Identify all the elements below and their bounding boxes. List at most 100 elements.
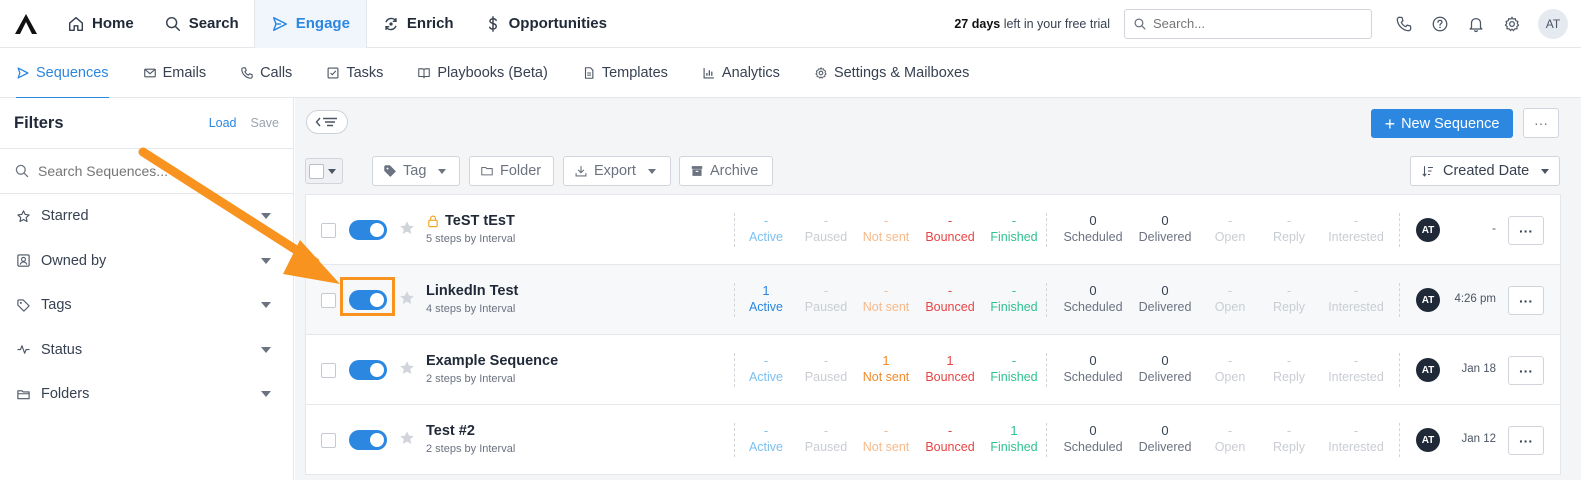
phone-icon bbox=[241, 66, 253, 79]
stat-interested[interactable]: - Interested bbox=[1316, 353, 1396, 384]
chevron-down-icon bbox=[261, 391, 271, 398]
table-row[interactable]: Test #2 2 steps by Interval - Active - Paused… bbox=[306, 405, 1560, 475]
archive-button[interactable]: Archive bbox=[679, 156, 773, 186]
apollo-logo[interactable] bbox=[0, 0, 52, 48]
sequence-active-toggle[interactable] bbox=[349, 360, 387, 380]
phone-button[interactable] bbox=[1386, 0, 1422, 48]
stat-scheduled[interactable]: 0 Scheduled bbox=[1053, 353, 1133, 384]
stat-interested[interactable]: - Interested bbox=[1316, 213, 1396, 244]
filter-status[interactable]: Status bbox=[0, 328, 293, 373]
filter-starred-label: Starred bbox=[41, 208, 89, 225]
stat-finished[interactable]: 1 Finished bbox=[974, 423, 1054, 454]
nav-home[interactable]: Home bbox=[52, 0, 149, 48]
table-row[interactable]: Example Sequence 2 steps by Interval - Acti… bbox=[306, 335, 1560, 405]
notifications-button[interactable] bbox=[1458, 0, 1494, 48]
star-icon[interactable] bbox=[398, 359, 416, 377]
select-all-dropdown[interactable] bbox=[305, 158, 343, 184]
search-icon bbox=[15, 164, 29, 178]
sequence-name[interactable]: LinkedIn Test bbox=[426, 283, 518, 299]
tab-settings-mailboxes[interactable]: Settings & Mailboxes bbox=[814, 48, 969, 98]
load-filters-link[interactable]: Load bbox=[209, 116, 237, 130]
stat-finished[interactable]: - Finished bbox=[974, 213, 1054, 244]
settings-button[interactable] bbox=[1494, 0, 1530, 48]
filter-owned-by-label: Owned by bbox=[41, 252, 107, 269]
new-sequence-label: New Sequence bbox=[1401, 115, 1500, 132]
column-divider bbox=[1399, 423, 1400, 457]
row-checkbox[interactable] bbox=[321, 363, 336, 378]
row-more-button[interactable]: ··· bbox=[1508, 356, 1544, 385]
stat-finished[interactable]: - Finished bbox=[974, 353, 1054, 384]
sequence-name[interactable]: Test #2 bbox=[426, 423, 475, 439]
tab-emails[interactable]: Emails bbox=[143, 48, 206, 98]
stat-value: - bbox=[1353, 353, 1359, 368]
tag-icon bbox=[384, 165, 396, 177]
select-all-checkbox[interactable] bbox=[309, 163, 324, 179]
star-icon[interactable] bbox=[398, 289, 416, 307]
tab-sequences-label: Sequences bbox=[36, 64, 109, 81]
help-button[interactable] bbox=[1422, 0, 1458, 48]
star-icon bbox=[17, 210, 30, 222]
sequence-search-input[interactable] bbox=[38, 163, 258, 179]
nav-engage-label: Engage bbox=[295, 15, 350, 32]
global-search[interactable] bbox=[1124, 8, 1372, 39]
stat-scheduled[interactable]: 0 Scheduled bbox=[1053, 213, 1133, 244]
new-sequence-button[interactable]: + New Sequence bbox=[1371, 109, 1513, 138]
nav-engage[interactable]: Engage bbox=[253, 0, 367, 48]
tab-settings-mailboxes-label: Settings & Mailboxes bbox=[833, 64, 970, 81]
nav-enrich[interactable]: Enrich bbox=[367, 0, 469, 48]
user-avatar[interactable]: AT bbox=[1538, 8, 1568, 39]
collapse-filter-icon bbox=[315, 117, 337, 127]
collapse-filters-button[interactable] bbox=[306, 110, 348, 134]
download-icon bbox=[575, 166, 587, 177]
sequence-date: Jan 12 bbox=[1461, 433, 1496, 445]
filter-folders[interactable]: Folders bbox=[0, 372, 293, 417]
stat-scheduled[interactable]: 0 Scheduled bbox=[1053, 423, 1133, 454]
table-row[interactable]: TeST tEsT 5 steps by Interval - Active - Paus… bbox=[306, 195, 1560, 265]
sequence-date: 4:26 pm bbox=[1454, 293, 1496, 305]
tab-playbooks[interactable]: Playbooks (Beta) bbox=[417, 48, 548, 98]
tab-tasks[interactable]: Tasks bbox=[326, 48, 383, 98]
tab-calls[interactable]: Calls bbox=[240, 48, 292, 98]
tab-sequences[interactable]: Sequences bbox=[16, 48, 109, 99]
save-filters-link[interactable]: Save bbox=[251, 116, 280, 130]
row-checkbox[interactable] bbox=[321, 223, 336, 238]
folder-button[interactable]: Folder bbox=[469, 156, 554, 186]
tab-templates[interactable]: Templates bbox=[582, 48, 668, 98]
global-search-input[interactable] bbox=[1153, 16, 1353, 31]
stat-scheduled[interactable]: 0 Scheduled bbox=[1053, 283, 1133, 314]
row-checkbox[interactable] bbox=[321, 293, 336, 308]
sequence-name[interactable]: Example Sequence bbox=[426, 353, 558, 369]
filter-starred[interactable]: Starred bbox=[0, 194, 293, 239]
nav-search[interactable]: Search bbox=[149, 0, 254, 48]
row-more-button[interactable]: ··· bbox=[1508, 216, 1544, 245]
export-button[interactable]: Export bbox=[563, 156, 671, 186]
stat-interested[interactable]: - Interested bbox=[1316, 283, 1396, 314]
more-options-button[interactable]: ··· bbox=[1523, 108, 1559, 138]
sequence-active-toggle[interactable] bbox=[349, 430, 387, 450]
row-more-button[interactable]: ··· bbox=[1508, 426, 1544, 455]
filter-tags[interactable]: Tags bbox=[0, 283, 293, 328]
stat-label: Scheduled bbox=[1063, 230, 1123, 244]
sort-dropdown[interactable]: Created Date bbox=[1410, 156, 1560, 186]
stat-interested[interactable]: - Interested bbox=[1316, 423, 1396, 454]
star-icon[interactable] bbox=[398, 429, 416, 447]
sequence-name-text: Test #2 bbox=[426, 423, 475, 439]
table-row[interactable]: LinkedIn Test 4 steps by Interval 1 Active -… bbox=[306, 265, 1560, 335]
star-icon[interactable] bbox=[398, 219, 416, 237]
row-more-button[interactable]: ··· bbox=[1508, 286, 1544, 315]
bar-chart-icon bbox=[703, 67, 714, 78]
chevron-down-icon bbox=[1541, 168, 1549, 174]
tab-analytics[interactable]: Analytics bbox=[702, 48, 780, 98]
chevron-down-icon bbox=[438, 168, 447, 174]
plus-icon: + bbox=[1384, 113, 1396, 134]
sequence-name[interactable]: TeST tEsT bbox=[426, 213, 515, 229]
filter-owned-by[interactable]: Owned by bbox=[0, 239, 293, 284]
row-checkbox[interactable] bbox=[321, 433, 336, 448]
sequence-search[interactable] bbox=[0, 148, 293, 194]
stat-finished[interactable]: - Finished bbox=[974, 283, 1054, 314]
stat-value: 0 bbox=[1089, 423, 1097, 438]
stat-label: Interested bbox=[1328, 370, 1384, 384]
nav-opportunities[interactable]: Opportunities bbox=[469, 0, 622, 48]
tag-button[interactable]: Tag bbox=[372, 156, 460, 186]
sequence-active-toggle[interactable] bbox=[349, 220, 387, 240]
